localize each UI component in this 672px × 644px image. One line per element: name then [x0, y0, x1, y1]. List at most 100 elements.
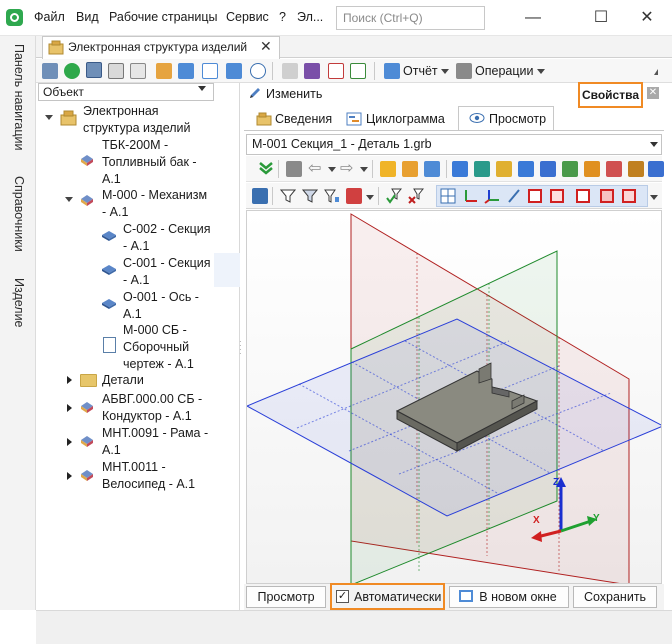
redo-dropdown-icon[interactable]	[360, 167, 368, 172]
auto-checkbox[interactable]: ✓	[336, 590, 349, 603]
expand-arrow-icon[interactable]	[67, 472, 72, 480]
measure-line-icon[interactable]	[506, 188, 522, 204]
menu-more[interactable]: Эл...	[297, 10, 323, 24]
axis-3d-icon[interactable]	[484, 188, 500, 204]
list-view-icon[interactable]	[86, 62, 102, 78]
pencil-icon[interactable]	[282, 63, 298, 79]
tree-item[interactable]: С-001 - Секция - А.1	[123, 255, 211, 289]
chevron-down-icon[interactable]	[650, 142, 658, 147]
tree-item[interactable]: ТБК-200М - Топливный бак - А.1	[102, 137, 197, 188]
maximize-button[interactable]: ☐	[578, 5, 624, 31]
menu-workpages[interactable]: Рабочие страницы	[109, 10, 218, 24]
undo-dropdown-icon[interactable]	[328, 167, 336, 172]
copy-icon[interactable]	[108, 63, 124, 79]
grid-icon[interactable]	[226, 63, 242, 79]
filter-icon[interactable]	[280, 188, 296, 204]
bar-chart-icon[interactable]	[380, 161, 396, 177]
align-icon[interactable]	[424, 161, 440, 177]
tree-item[interactable]: С-002 - Секция - А.1	[123, 221, 211, 255]
3d-viewport[interactable]: Z Y X	[246, 210, 662, 584]
grid-view-icon[interactable]	[648, 161, 664, 177]
filter-list-icon[interactable]	[324, 188, 340, 204]
pencil-icon[interactable]	[248, 86, 262, 100]
tree-item[interactable]: МНТ.0091 - Рама - А.1	[102, 425, 208, 459]
model-tree-icon[interactable]	[252, 188, 268, 204]
expand-arrow-icon[interactable]	[67, 438, 72, 446]
filter-clear-icon[interactable]	[408, 188, 424, 204]
menu-file[interactable]: Файл	[34, 10, 65, 24]
layers-icon[interactable]	[496, 161, 512, 177]
undo-icon[interactable]: ⇦	[308, 158, 321, 178]
measure-icon[interactable]	[402, 161, 418, 177]
properties-button[interactable]: Свойства	[578, 82, 643, 108]
tree-icon[interactable]	[518, 161, 534, 177]
eye-icon[interactable]	[250, 63, 266, 79]
redo-icon[interactable]: ⇨	[340, 158, 353, 178]
menu-help[interactable]: ?	[279, 10, 286, 24]
close-window-button[interactable]: ✕	[624, 5, 670, 31]
box-filled-icon[interactable]	[550, 189, 564, 203]
report-button[interactable]: Отчёт	[403, 64, 438, 78]
expand-arrow-icon[interactable]	[45, 115, 53, 120]
toolbar-overflow-icon[interactable]	[654, 69, 658, 75]
tab-details[interactable]: Сведения	[275, 108, 332, 131]
chevron-down-icon[interactable]	[198, 86, 206, 91]
tab-preview[interactable]: Просмотр	[489, 108, 546, 131]
tree-item[interactable]: Детали	[102, 372, 144, 389]
box-shaded-icon[interactable]	[600, 189, 614, 203]
save-icon[interactable]	[304, 63, 320, 79]
tree-item[interactable]: М-000 - Механизм - А.1	[102, 187, 207, 221]
cube-color-icon[interactable]	[474, 161, 490, 177]
tree-item[interactable]: МНТ.0011 - Велосипед - А.1	[102, 459, 195, 493]
structure-view-icon[interactable]	[42, 63, 58, 79]
preview-button[interactable]: Просмотр	[246, 586, 326, 608]
expand-arrow-icon[interactable]	[67, 376, 72, 384]
filter-icon[interactable]	[302, 188, 318, 204]
vtab-navigation-panel[interactable]: Панель навигации	[6, 44, 26, 151]
menu-service[interactable]: Сервис	[226, 10, 269, 24]
filter-check-icon[interactable]	[386, 188, 402, 204]
vtab-references[interactable]: Справочники	[6, 176, 26, 252]
checklist-icon[interactable]	[202, 63, 218, 79]
box-section-icon[interactable]	[622, 189, 636, 203]
box-outline-icon[interactable]	[576, 189, 590, 203]
print-icon[interactable]	[286, 161, 302, 177]
camera-icon[interactable]	[628, 161, 644, 177]
axis-icon[interactable]	[462, 188, 478, 204]
material-icon[interactable]	[584, 161, 600, 177]
light-icon[interactable]	[562, 161, 578, 177]
auto-label[interactable]: Автоматически	[354, 590, 441, 604]
tree-item[interactable]: О-001 - Ось - А.1	[123, 289, 199, 323]
report-icon[interactable]	[384, 63, 400, 79]
search-input[interactable]: Поиск (Ctrl+Q)	[336, 6, 485, 30]
cube-icon[interactable]	[452, 161, 468, 177]
panel-splitter[interactable]: · · · ·	[239, 338, 242, 358]
menu-view[interactable]: Вид	[76, 10, 99, 24]
box-red-icon[interactable]	[528, 189, 542, 203]
link-icon[interactable]	[156, 63, 172, 79]
document-tab-close-icon[interactable]: ✕	[260, 38, 272, 55]
tab-cyclogram[interactable]: Циклограмма	[366, 108, 445, 131]
report-dropdown-icon[interactable]	[441, 69, 449, 74]
save-button[interactable]: Сохранить	[573, 586, 657, 608]
minimize-button[interactable]: —	[510, 5, 556, 31]
highlight-dropdown-icon[interactable]	[366, 195, 374, 200]
tree-root-label[interactable]: Электронная структура изделий	[83, 103, 191, 137]
vtab-product[interactable]: Изделие	[6, 278, 26, 328]
file-select[interactable]: М-001 Секция_1 - Деталь 1.grb	[246, 134, 662, 155]
annotation-icon[interactable]	[606, 161, 622, 177]
close-icon[interactable]: ✕	[647, 87, 659, 99]
operations-button[interactable]: Операции	[475, 64, 533, 78]
view-mode-dropdown-icon[interactable]	[650, 195, 658, 200]
highlight-icon[interactable]	[346, 188, 362, 204]
double-chevron-down-icon[interactable]	[258, 160, 274, 176]
edit-button[interactable]: Изменить	[266, 87, 322, 101]
section-plane-icon[interactable]	[440, 188, 456, 204]
expand-arrow-icon[interactable]	[67, 404, 72, 412]
document-icon[interactable]	[130, 63, 146, 79]
shape-icon[interactable]	[540, 161, 556, 177]
expand-arrow-icon[interactable]	[65, 197, 73, 202]
operations-icon[interactable]	[456, 63, 472, 79]
delete-icon[interactable]	[328, 63, 344, 79]
hierarchy-icon[interactable]	[178, 63, 194, 79]
